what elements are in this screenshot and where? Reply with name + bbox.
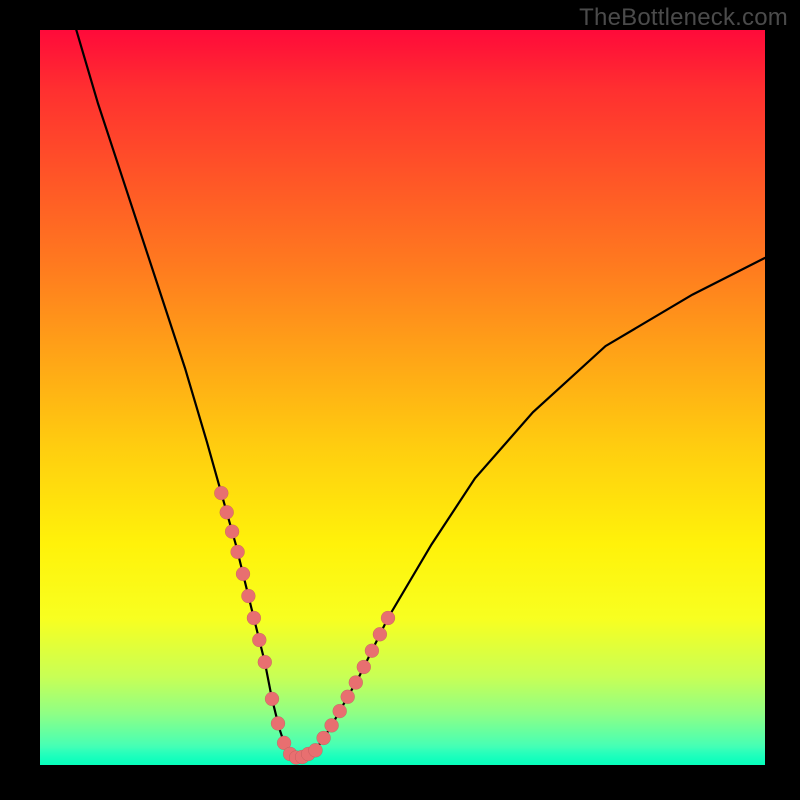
watermark-text: TheBottleneck.com [579,4,788,32]
curve-layer [40,30,765,765]
data-dot [271,716,285,730]
data-dot [258,655,272,669]
data-dot [333,704,347,718]
data-dot [373,627,387,641]
data-dot [247,611,261,625]
data-dot [357,660,371,674]
plot-area [40,30,765,765]
data-dot [381,611,395,625]
data-dot [252,633,266,647]
chart-frame: TheBottleneck.com [0,0,800,800]
data-dot [341,690,355,704]
data-dot [241,589,255,603]
data-dot [231,545,245,559]
data-dot [325,718,339,732]
data-dot [365,644,379,658]
data-dot [309,743,323,757]
data-dot [214,486,228,500]
data-dot [265,692,279,706]
data-dot [236,567,250,581]
data-dot [317,731,331,745]
data-dot [225,525,239,539]
data-dot [349,676,363,690]
data-dots [214,486,395,764]
data-dot [220,505,234,519]
bottleneck-curve [76,30,765,758]
